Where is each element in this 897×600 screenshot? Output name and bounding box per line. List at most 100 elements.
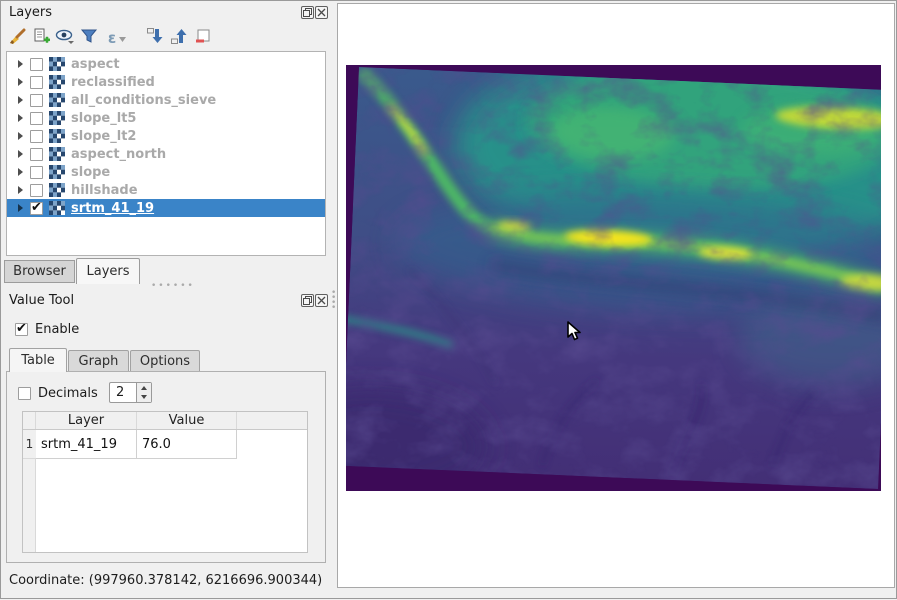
layer-visibility-checkbox[interactable] (30, 200, 43, 215)
table-row[interactable]: 1 srtm_41_19 76.0 (23, 430, 237, 459)
value-tool-float-button[interactable] (301, 294, 314, 307)
add-group-button[interactable] (29, 27, 53, 49)
row-number: 1 (23, 430, 36, 459)
layer-row[interactable]: slope (7, 163, 325, 181)
value-tool-side-handle[interactable]: • • • • (331, 289, 336, 313)
tab-browser-label: Browser (13, 264, 66, 279)
collapse-all-button[interactable] (167, 27, 191, 49)
tab-table-label: Table (21, 353, 55, 368)
manage-map-themes-button[interactable] (53, 27, 77, 49)
decimals-spinbox[interactable]: 2 (109, 382, 152, 403)
layer-row[interactable]: aspect_north (7, 145, 325, 163)
paintbrush-icon (8, 27, 26, 49)
raster-layer-srtm-41-19 (346, 65, 881, 491)
epsilon-icon: ε (107, 29, 117, 47)
layers-panel-close-button[interactable] (315, 6, 328, 19)
layer-row[interactable]: slope_lt2 (7, 127, 325, 145)
expand-all-icon (146, 27, 164, 49)
layer-name-label: all_conditions_sieve (71, 92, 217, 108)
layer-name-label: slope_lt2 (71, 128, 137, 144)
spin-down-button[interactable] (137, 393, 151, 403)
raster-layer-icon (49, 165, 65, 179)
filter-legend-button[interactable] (77, 27, 101, 49)
tab-graph[interactable]: Graph (68, 350, 129, 372)
filter-by-expression-button[interactable]: ε (101, 27, 133, 49)
layer-row[interactable]: reclassified (7, 73, 325, 91)
tab-layers-label: Layers (86, 264, 130, 279)
raster-layer-icon (49, 201, 65, 215)
layer-visibility-checkbox[interactable] (30, 183, 43, 197)
value-table-header-row: Layer Value (23, 412, 307, 430)
tab-browser[interactable]: Browser (4, 260, 75, 283)
expander-icon[interactable] (13, 114, 27, 122)
expander-icon[interactable] (13, 186, 27, 194)
tab-graph-label: Graph (78, 353, 119, 369)
layer-row[interactable]: hillshade (7, 181, 325, 199)
layers-panel-float-button[interactable] (301, 6, 314, 19)
spinbox-buttons (136, 383, 151, 402)
layer-visibility-checkbox[interactable] (30, 57, 43, 71)
tab-table[interactable]: Table (9, 348, 67, 372)
mouse-cursor-icon (566, 321, 584, 347)
raster-layer-icon (49, 183, 65, 197)
expander-icon[interactable] (13, 96, 27, 104)
dock-splitter-handle[interactable]: •••••• (151, 281, 195, 291)
collapse-all-icon (170, 27, 188, 49)
tab-layers[interactable]: Layers (76, 258, 140, 284)
close-icon (317, 296, 326, 305)
spin-up-button[interactable] (137, 383, 151, 393)
open-layer-styling-button[interactable] (5, 27, 29, 49)
raster-layer-icon (49, 129, 65, 143)
layer-visibility-checkbox[interactable] (30, 165, 43, 179)
layer-row[interactable]: aspect (7, 55, 325, 73)
decimals-checkbox[interactable] (18, 387, 31, 400)
layer-row[interactable]: srtm_41_19 (7, 199, 325, 217)
layers-toolbar: ε (5, 26, 325, 50)
layer-name-label: slope_lt5 (71, 110, 137, 126)
cell-value[interactable]: 76.0 (137, 430, 237, 459)
decimals-value: 2 (116, 385, 125, 400)
float-icon (303, 8, 312, 17)
remove-layer-button[interactable] (191, 27, 215, 49)
expander-icon[interactable] (13, 78, 27, 86)
raster-layer-icon (49, 111, 65, 125)
value-tool-close-button[interactable] (315, 294, 328, 307)
coordinate-status: Coordinate: (997960.378142, 6216696.9003… (9, 573, 323, 588)
column-header-layer[interactable]: Layer (36, 412, 137, 429)
raster-layer-icon (49, 75, 65, 89)
expander-icon[interactable] (13, 132, 27, 140)
tab-options[interactable]: Options (130, 350, 200, 372)
expand-all-button[interactable] (143, 27, 167, 49)
layers-panel-title: Layers (9, 5, 53, 20)
layer-list: aspect reclassified all_conditions_sieve (6, 51, 326, 256)
layer-name-label: hillshade (71, 182, 138, 198)
expander-icon[interactable] (13, 60, 27, 68)
enable-label: Enable (35, 322, 80, 337)
enable-checkbox[interactable] (15, 321, 28, 336)
column-header-value[interactable]: Value (137, 412, 237, 429)
decimals-checkbox-row[interactable]: Decimals (18, 386, 98, 401)
float-icon (303, 296, 312, 305)
left-dock: Layers ε aspect reclassified all_conditi… (1, 1, 336, 600)
layer-visibility-checkbox[interactable] (30, 93, 43, 107)
cell-layer[interactable]: srtm_41_19 (36, 430, 137, 459)
expander-icon[interactable] (13, 204, 27, 212)
enable-checkbox-row[interactable]: Enable (15, 321, 80, 337)
layer-visibility-checkbox[interactable] (30, 111, 43, 125)
eye-icon (55, 27, 75, 49)
layer-row[interactable]: all_conditions_sieve (7, 91, 325, 109)
map-canvas[interactable] (337, 3, 895, 588)
layer-name-label: slope (71, 164, 111, 180)
expander-icon[interactable] (13, 168, 27, 176)
layer-name-label: aspect (71, 56, 120, 72)
layer-visibility-checkbox[interactable] (30, 129, 43, 143)
layer-name-label: aspect_north (71, 146, 167, 162)
value-tool-title: Value Tool (9, 293, 75, 308)
layer-visibility-checkbox[interactable] (30, 147, 43, 161)
decimals-label: Decimals (38, 386, 98, 401)
layer-visibility-checkbox[interactable] (30, 75, 43, 89)
qgis-window: { "layers_panel": { "title": "Layers", "… (0, 0, 897, 599)
arrow-down-icon (141, 395, 147, 400)
expander-icon[interactable] (13, 150, 27, 158)
layer-row[interactable]: slope_lt5 (7, 109, 325, 127)
